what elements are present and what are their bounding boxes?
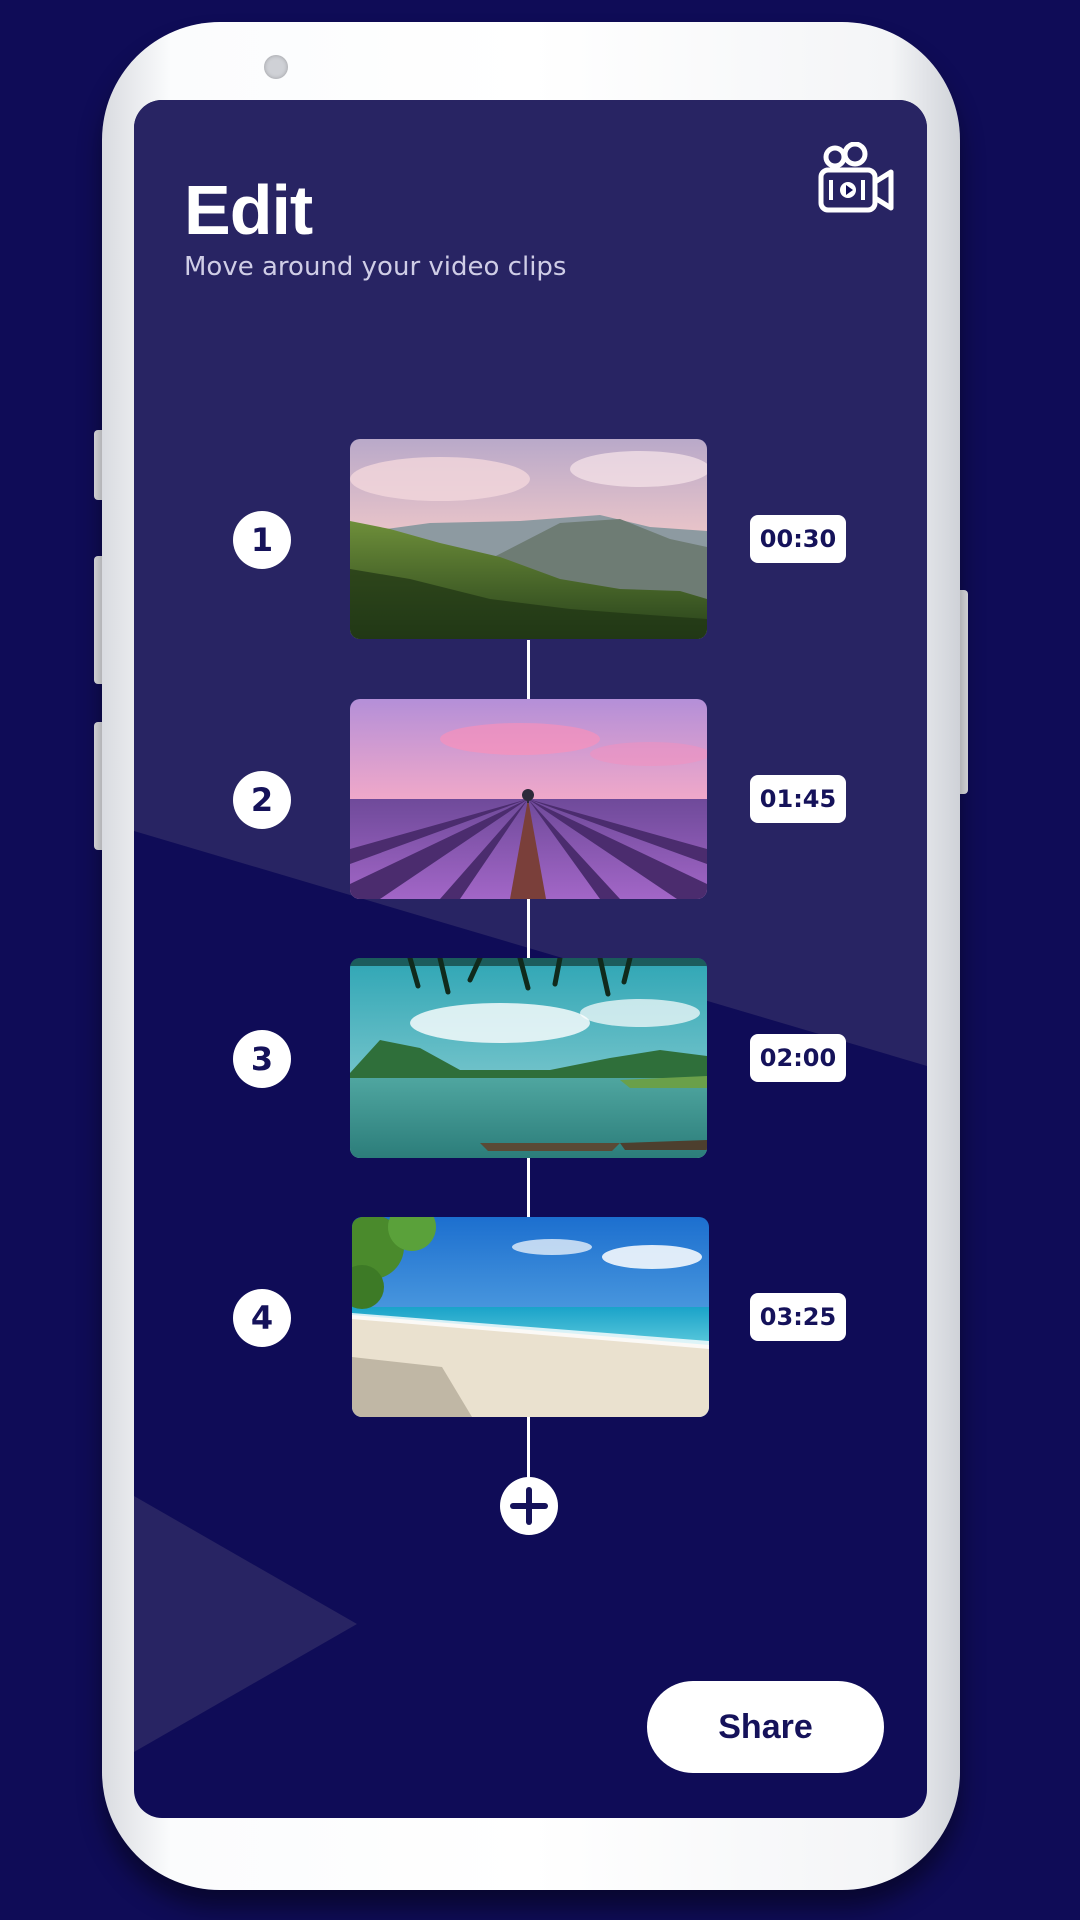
page-subtitle: Move around your video clips — [184, 252, 567, 282]
plus-icon — [510, 1487, 548, 1525]
video-camera-icon[interactable] — [817, 141, 897, 218]
clip-row[interactable]: 4 03:25 — [134, 1217, 927, 1417]
clip-number-badge: 3 — [233, 1030, 291, 1088]
timeline-connector — [527, 1158, 530, 1218]
clip-number-badge: 1 — [233, 511, 291, 569]
clip-duration-badge: 02:00 — [750, 1034, 846, 1082]
clip-row[interactable]: 3 02:00 — [134, 958, 927, 1158]
clip-thumbnail[interactable] — [350, 699, 707, 899]
timeline-connector — [527, 1417, 530, 1481]
clip-row[interactable]: 1 00:30 — [134, 439, 927, 639]
clip-number-badge: 4 — [233, 1289, 291, 1347]
clip-row[interactable]: 2 01:45 — [134, 699, 927, 899]
timeline-connector — [527, 640, 530, 700]
clip-number-badge: 2 — [233, 771, 291, 829]
front-camera — [264, 55, 288, 79]
page-title: Edit — [184, 171, 313, 249]
clip-thumbnail[interactable] — [352, 1217, 709, 1417]
app-screen: Edit Move around your video clips 1 00:3… — [134, 100, 927, 1818]
clip-duration-badge: 01:45 — [750, 775, 846, 823]
device-mockup: Edit Move around your video clips 1 00:3… — [0, 0, 1080, 1920]
clip-duration-badge: 00:30 — [750, 515, 846, 563]
clip-thumbnail[interactable] — [350, 958, 707, 1158]
add-clip-button[interactable] — [500, 1477, 558, 1535]
clip-duration-badge: 03:25 — [750, 1293, 846, 1341]
clip-thumbnail[interactable] — [350, 439, 707, 639]
timeline-connector — [527, 899, 530, 959]
share-button[interactable]: Share — [647, 1681, 884, 1773]
